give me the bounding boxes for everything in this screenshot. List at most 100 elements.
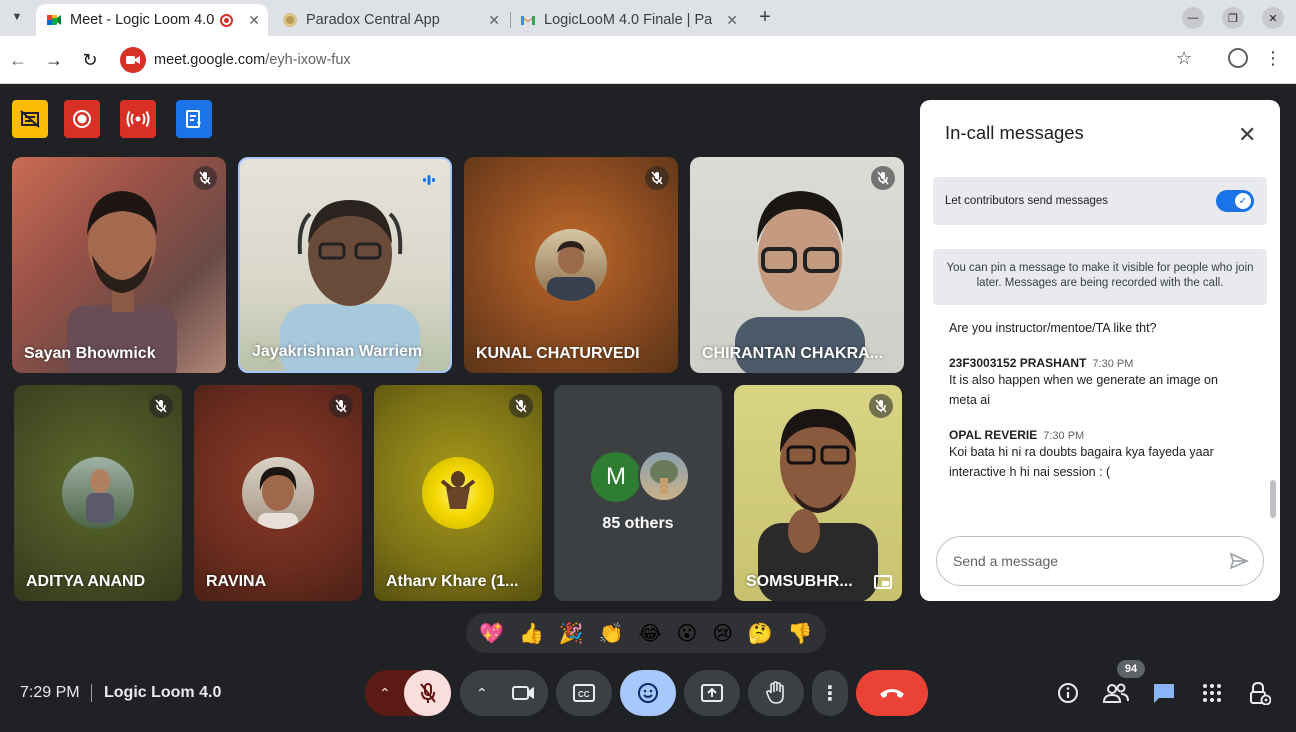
raise-hand-button[interactable] [748,670,804,716]
tab-meet[interactable]: Meet - Logic Loom 4.0 ✕ [36,4,268,36]
browser-menu-icon[interactable]: ⋮ [1264,48,1282,69]
emoji-icon [638,683,658,703]
reaction-clap[interactable]: 👏 [599,621,624,646]
participant-avatar [242,457,314,529]
others-avatar-photo [638,450,690,502]
participant-tile-speaking[interactable]: Jayakrishnan Warriem [238,157,452,373]
camera-toggle-button[interactable] [500,670,548,716]
recording-icon[interactable] [64,100,100,138]
mic-muted-icon [871,166,895,190]
reactions-button[interactable] [620,670,676,716]
no-video-indicator-icon[interactable] [12,100,48,138]
mic-toggle-button[interactable] [404,670,451,716]
people-count-badge: 94 [1117,660,1145,678]
participant-tile[interactable]: Atharv Khare (1... [374,385,542,601]
participant-video-figure [758,409,878,601]
mic-muted-icon [869,394,893,418]
reactions-bar: 💖 👍 🎉 👏 😂 😮 😢 🤔 👎 [466,613,826,653]
svg-text:CC: CC [578,690,590,699]
others-avatar-initial: M [591,452,641,502]
reaction-surprised[interactable]: 😮 [677,621,698,646]
tab-title: Meet - Logic Loom 4.0 [70,12,215,28]
tab-title: Paradox Central App [306,12,440,28]
camera-in-use-icon[interactable] [120,47,146,73]
message-list: Are you instructor/mentoe/TA like tht? 2… [949,318,1249,482]
video-options-chevron-icon[interactable]: ⌃ [476,685,488,702]
tab-title: LogicLooM 4.0 Finale | Pa [544,12,713,28]
reaction-sad[interactable]: 😢 [712,621,733,646]
back-button[interactable]: ← [6,48,30,72]
video-camera-icon [512,686,534,700]
google-meet-favicon-icon [47,15,61,25]
participant-name: SOMSUBHR... [746,573,853,590]
participant-tile[interactable]: KUNAL CHATURVEDI [464,157,678,373]
present-screen-icon [701,684,723,702]
more-options-button[interactable]: ⋮ [812,670,848,716]
camera-control-group: ⌃ [460,670,548,716]
close-window-button[interactable]: ✕ [1262,7,1284,29]
meeting-details-icon[interactable] [1055,680,1081,706]
tab-close-icon[interactable]: ✕ [726,12,738,29]
participant-tile[interactable]: Sayan Bhowmick [12,157,226,373]
chat-icon[interactable] [1151,680,1177,706]
participant-video-figure [735,191,865,373]
present-button[interactable] [684,670,740,716]
reaction-laugh[interactable]: 😂 [638,621,661,646]
leave-call-button[interactable] [856,670,928,716]
send-message-input[interactable]: Send a message [936,536,1264,586]
browser-tab-bar: ▼ Meet - Logic Loom 4.0 ✕ Paradox Centra… [0,0,1296,36]
others-count-label: 85 others [602,515,674,532]
message-sender: 23F3003152 PRASHANT [949,356,1087,370]
participant-name: ADITYA ANAND [26,573,146,590]
allow-messages-row: Let contributors send messages ✓ [933,177,1267,225]
transcript-icon[interactable] [176,100,212,138]
tab-paradox[interactable]: Paradox Central App ✕ [272,4,508,36]
others-tile[interactable]: M 85 others [554,385,722,601]
minimize-button[interactable]: — [1182,7,1204,29]
reaction-party[interactable]: 🎉 [559,621,584,646]
message-scrollbar[interactable] [1270,480,1276,518]
reaction-thinking[interactable]: 🤔 [748,621,773,646]
audio-options-chevron-icon[interactable]: ⌃ [379,685,391,702]
bookmark-star-icon[interactable]: ☆ [1176,48,1192,69]
reload-button[interactable]: ↻ [78,48,102,72]
reaction-thumbs-up[interactable]: 👍 [519,621,544,646]
participant-tile[interactable]: ADITYA ANAND [14,385,182,601]
tab-gmail[interactable]: LogicLooM 4.0 Finale | Pa ✕ [510,4,746,36]
message-text: Are you instructor/mentoe/TA like tht? [949,321,1157,335]
reaction-heart[interactable]: 💖 [479,621,504,646]
bottom-divider [91,684,92,702]
omnibox[interactable]: meet.google.com/eyh-ixow-fux [112,42,1216,78]
forward-button[interactable]: → [42,48,66,72]
url-text: meet.google.com/eyh-ixow-fux [154,52,351,68]
mic-muted-icon [329,394,353,418]
meeting-clock: 7:29 PM [20,684,80,701]
tab-close-icon[interactable]: ✕ [488,12,500,29]
new-tab-button[interactable]: + [754,6,776,28]
participant-tile[interactable]: SOMSUBHR... [734,385,902,601]
close-panel-icon[interactable]: ✕ [1238,122,1256,148]
participant-video-figure [67,191,177,373]
restore-button[interactable]: ❐ [1222,7,1244,29]
message-header: 23F3003152 PRASHANT 7:30 PM [949,356,1249,370]
send-icon[interactable] [1229,551,1249,571]
panel-title: In-call messages [945,122,1084,143]
meeting-name: Logic Loom 4.0 [104,684,222,701]
live-streaming-icon[interactable] [120,100,156,138]
captions-icon: CC [573,684,595,702]
tab-close-icon[interactable]: ✕ [248,12,260,29]
participant-tile[interactable]: RAVINA [194,385,362,601]
host-controls-lock-icon[interactable] [1247,680,1273,706]
profile-icon[interactable] [1228,48,1248,68]
allow-messages-toggle[interactable]: ✓ [1216,190,1254,212]
activities-grid-icon[interactable] [1199,680,1225,706]
reaction-thumbs-down[interactable]: 👎 [788,621,813,646]
participant-tile[interactable]: CHIRANTAN CHAKRA... [690,157,904,373]
captions-button[interactable]: CC [556,670,612,716]
picture-in-picture-icon[interactable] [874,575,892,589]
people-icon[interactable] [1103,680,1129,706]
mic-control-group: ⌃ [365,670,451,716]
mic-muted-icon [509,394,533,418]
more-vert-icon: ⋮ [820,682,840,705]
tab-search-chevron-icon[interactable]: ▼ [6,6,28,28]
